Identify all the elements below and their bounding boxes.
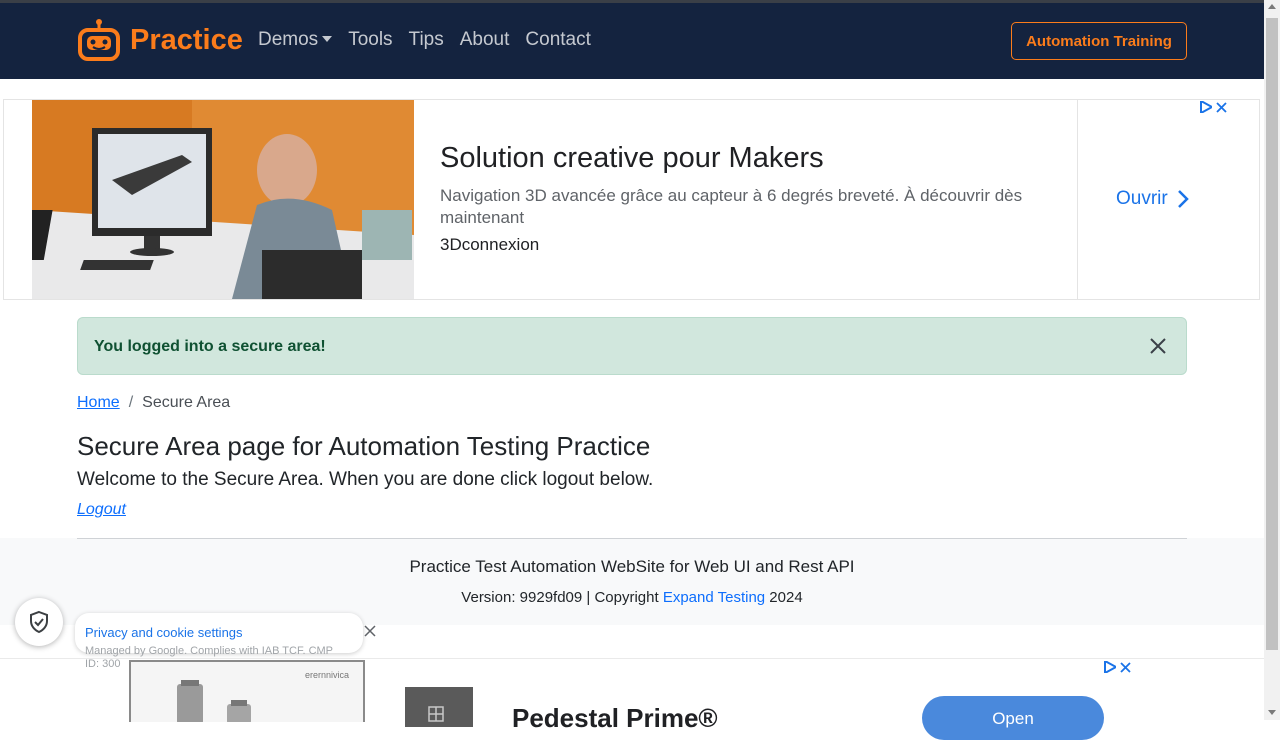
nav-tips[interactable]: Tips xyxy=(409,29,444,51)
footer-divider xyxy=(77,538,1187,539)
scrollbar-thumb[interactable] xyxy=(1266,18,1278,650)
close-icon[interactable] xyxy=(364,625,376,637)
nav-tools[interactable]: Tools xyxy=(348,29,392,51)
expand-testing-link[interactable]: Expand Testing xyxy=(663,589,765,606)
footer-copyright: Version: 9929fd09 | Copyright Expand Tes… xyxy=(0,589,1264,606)
scroll-up-arrow-icon[interactable] xyxy=(1268,4,1276,9)
breadcrumb-home-link[interactable]: Home xyxy=(77,394,120,412)
footer-version: Version: 9929fd09 | Copyright xyxy=(461,589,663,606)
nav-about[interactable]: About xyxy=(460,29,510,51)
cookie-settings-link[interactable]: Privacy and cookie settings xyxy=(85,625,243,640)
ad-photo-illustration xyxy=(32,100,414,299)
ad-choices-icon[interactable] xyxy=(1200,101,1212,113)
nav-demos[interactable]: Demos xyxy=(258,29,333,51)
ad-advertiser: 3Dconnexion xyxy=(440,235,540,254)
robot-logo-icon xyxy=(78,19,120,61)
footer: Practice Test Automation WebSite for Web… xyxy=(0,538,1264,625)
ad-close-icon[interactable] xyxy=(1216,101,1227,113)
scroll-down-arrow-icon[interactable] xyxy=(1268,710,1276,715)
ad-close-icon[interactable] xyxy=(1120,661,1131,673)
ad-choices-icon[interactable] xyxy=(1104,661,1116,673)
shield-check-icon xyxy=(30,610,48,634)
bottom-ad-brand: erernnivica xyxy=(304,670,349,680)
ad-image[interactable] xyxy=(32,100,414,299)
success-alert: You logged into a secure area! xyxy=(77,317,1187,375)
ad-open-button[interactable]: Ouvrir xyxy=(1116,188,1190,210)
ad-choices[interactable] xyxy=(1200,101,1227,113)
bottom-ad-thumbnail xyxy=(405,687,473,727)
page-title: Secure Area page for Automation Testing … xyxy=(77,431,651,461)
ad-text-block[interactable]: Solution creative pour Makers Navigation… xyxy=(440,142,1060,255)
grid-icon xyxy=(428,706,444,722)
caret-down-icon xyxy=(322,36,333,42)
logout-link[interactable]: Logout xyxy=(77,501,126,519)
breadcrumb-separator: / xyxy=(128,394,134,411)
top-advertisement[interactable]: Solution creative pour Makers Navigation… xyxy=(3,99,1260,300)
bottom-ad-title[interactable]: Pedestal Prime® xyxy=(512,703,718,734)
bottom-ad-open-button[interactable]: Open xyxy=(922,696,1104,740)
ad-description: Navigation 3D avancée grâce au capteur à… xyxy=(440,186,1023,227)
automation-training-button[interactable]: Automation Training xyxy=(1011,22,1187,60)
top-navbar: Practice Demos Tools Tips About Contact … xyxy=(0,0,1264,79)
brand-name: Practice xyxy=(130,23,243,56)
chevron-right-icon xyxy=(1177,190,1189,208)
ad-divider xyxy=(1077,100,1078,299)
breadcrumb: Home / Secure Area xyxy=(77,394,230,412)
nav-contact[interactable]: Contact xyxy=(525,29,590,51)
brand-link[interactable]: Practice xyxy=(76,17,243,63)
ad-title[interactable]: Solution creative pour Makers xyxy=(440,142,1060,175)
close-icon[interactable] xyxy=(1144,332,1172,360)
ad-open-label: Ouvrir xyxy=(1116,188,1168,209)
footer-year: 2024 xyxy=(765,589,803,606)
footer-title: Practice Test Automation WebSite for Web… xyxy=(409,557,855,576)
privacy-shield-button[interactable] xyxy=(15,598,63,646)
alert-message: You logged into a secure area! xyxy=(94,338,326,355)
main-nav: Demos Tools Tips About Contact xyxy=(258,29,607,51)
breadcrumb-current: Secure Area xyxy=(142,394,231,411)
welcome-text: Welcome to the Secure Area. When you are… xyxy=(77,469,654,490)
cookie-subtitle: Managed by Google. Complies with IAB TCF… xyxy=(85,645,333,670)
bottom-ad-choices[interactable] xyxy=(1104,661,1131,673)
